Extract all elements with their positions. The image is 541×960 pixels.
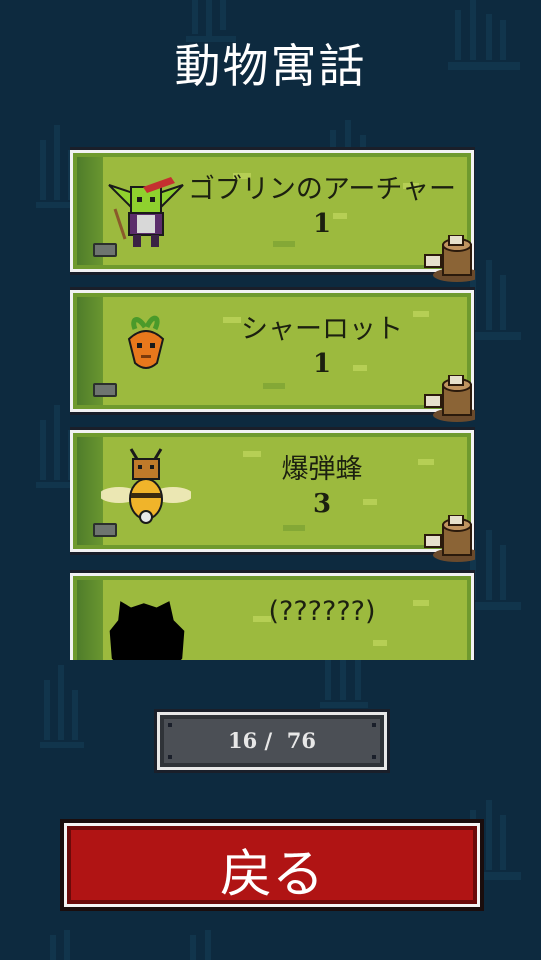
back-button-label: 戻る bbox=[219, 845, 324, 905]
bomb-bee-icon bbox=[101, 448, 191, 524]
entry-name: (??????) bbox=[268, 596, 376, 627]
entry-count: 3 bbox=[312, 489, 332, 519]
counter-text: 16 / 76 bbox=[227, 728, 317, 753]
bestiary-entry-charlotte[interactable]: シャーロット 1 bbox=[70, 287, 475, 422]
stump-decoration bbox=[423, 658, 475, 660]
unknown-silhouette-icon bbox=[109, 601, 185, 660]
stump-decoration bbox=[424, 375, 475, 422]
entry-name: 爆弾蜂 bbox=[281, 454, 363, 485]
page-title: 動物寓話 bbox=[174, 39, 367, 93]
bestiary-entry-goblin-archer[interactable]: ゴブリンのアーチャー 1 bbox=[70, 147, 475, 282]
discovery-counter: 16 / 76 bbox=[154, 709, 390, 773]
back-button[interactable]: 戻る bbox=[60, 819, 484, 911]
stump-decoration bbox=[424, 515, 475, 562]
goblin-archer-icon bbox=[108, 177, 184, 247]
entry-name: シャーロット bbox=[241, 314, 403, 345]
bestiary-entry-unknown[interactable]: (??????) bbox=[70, 570, 475, 660]
stump-decoration bbox=[424, 235, 475, 282]
bestiary-list[interactable]: ゴブリンのアーチャー 1 シャーロット 1 爆弾蜂 3 (??????) bbox=[70, 145, 475, 660]
carrot-monster-icon bbox=[127, 315, 165, 369]
bestiary-entry-bomb-bee[interactable]: 爆弾蜂 3 bbox=[70, 427, 475, 562]
entry-count: 1 bbox=[312, 209, 332, 239]
entry-name: ゴブリンのアーチャー bbox=[187, 174, 457, 205]
entry-count: 1 bbox=[312, 349, 332, 379]
